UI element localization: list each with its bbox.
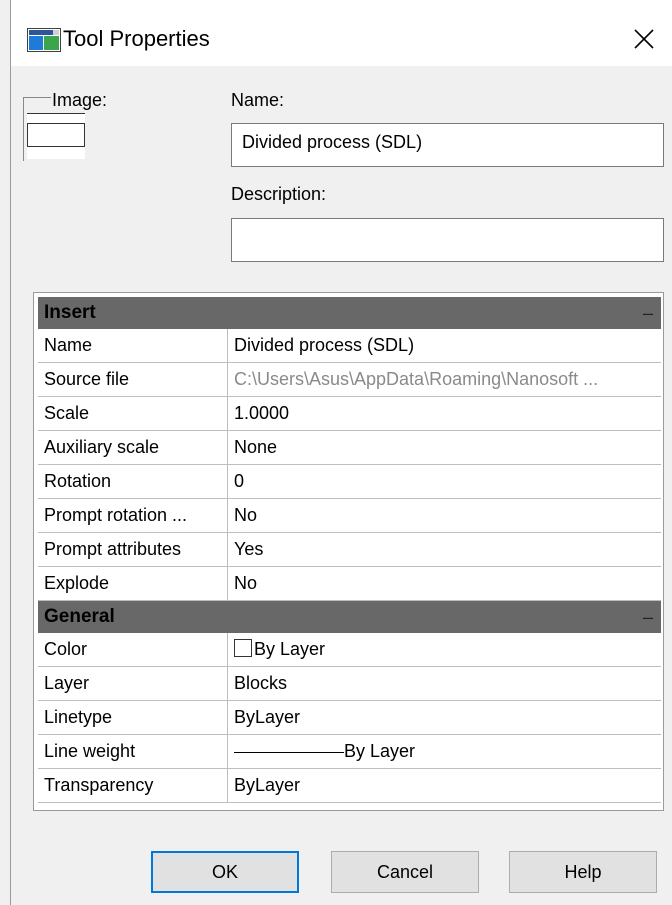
property-value[interactable]: 1.0000 [228, 397, 661, 431]
description-input[interactable] [231, 218, 664, 262]
property-row-color[interactable]: Color By Layer [38, 633, 661, 667]
property-row-scale[interactable]: Scale 1.0000 [38, 397, 661, 431]
line-weight-value-text: By Layer [344, 741, 416, 761]
property-key: Linetype [38, 701, 228, 735]
property-value[interactable]: None [228, 431, 661, 465]
property-row-prompt-attributes[interactable]: Prompt attributes Yes [38, 533, 661, 567]
property-value[interactable]: No [228, 499, 661, 533]
description-label: Description: [231, 184, 327, 204]
property-row-line-weight[interactable]: Line weight By Layer [38, 735, 661, 769]
tool-image-preview[interactable] [27, 113, 85, 159]
cancel-button[interactable]: Cancel [331, 851, 479, 893]
property-value[interactable]: C:\Users\Asus\AppData\Roaming\Nanosoft .… [228, 363, 661, 397]
name-label: Name: [231, 90, 285, 110]
color-value-text: By Layer [254, 639, 326, 659]
category-insert[interactable]: Insert – [38, 297, 661, 329]
close-button[interactable] [616, 14, 672, 64]
title-bar: Tool Properties [11, 0, 672, 66]
collapse-insert-icon[interactable]: – [643, 303, 653, 324]
property-key: Rotation [38, 465, 228, 499]
image-frame-side [23, 97, 24, 161]
property-row-explode[interactable]: Explode No [38, 567, 661, 601]
collapse-general-icon[interactable]: – [643, 607, 653, 628]
property-key: Prompt rotation ... [38, 499, 228, 533]
property-key: Layer [38, 667, 228, 701]
preview-line [27, 113, 85, 114]
close-icon [634, 29, 654, 49]
property-row-source-file[interactable]: Source file C:\Users\Asus\AppData\Roamin… [38, 363, 661, 397]
ok-button[interactable]: OK [151, 851, 299, 893]
property-key: Source file [38, 363, 228, 397]
property-grid: Insert – Name Divided process (SDL) Sour… [33, 292, 664, 811]
name-input[interactable]: Divided process (SDL) [231, 123, 664, 167]
app-icon [27, 28, 61, 52]
preview-shape [27, 123, 85, 147]
property-key: Transparency [38, 769, 228, 803]
category-general[interactable]: General – [38, 601, 661, 633]
property-row-rotation[interactable]: Rotation 0 [38, 465, 661, 499]
property-value[interactable]: No [228, 567, 661, 601]
property-key: Auxiliary scale [38, 431, 228, 465]
property-row-auxiliary-scale[interactable]: Auxiliary scale None [38, 431, 661, 465]
color-swatch-icon [234, 639, 252, 657]
property-row-linetype[interactable]: Linetype ByLayer [38, 701, 661, 735]
line-weight-sample-icon [234, 751, 344, 753]
category-insert-label: Insert [44, 302, 96, 323]
property-value[interactable]: ByLayer [228, 769, 661, 803]
property-row-name[interactable]: Name Divided process (SDL) [38, 329, 661, 363]
property-key: Scale [38, 397, 228, 431]
property-value[interactable]: Divided process (SDL) [228, 329, 661, 363]
window-title: Tool Properties [63, 26, 210, 51]
image-label: Image: [52, 90, 108, 110]
property-key: Color [38, 633, 228, 667]
property-row-layer[interactable]: Layer Blocks [38, 667, 661, 701]
property-value-color[interactable]: By Layer [228, 633, 661, 667]
property-value[interactable]: Yes [228, 533, 661, 567]
property-value[interactable]: 0 [228, 465, 661, 499]
category-general-label: General [44, 606, 115, 627]
property-key: Prompt attributes [38, 533, 228, 567]
tool-properties-dialog: Tool Properties Image: Name: Divided pro… [10, 0, 672, 905]
property-value[interactable]: Blocks [228, 667, 661, 701]
property-key: Explode [38, 567, 228, 601]
help-button[interactable]: Help [509, 851, 657, 893]
property-key: Line weight [38, 735, 228, 769]
property-row-transparency[interactable]: Transparency ByLayer [38, 769, 661, 803]
property-value[interactable]: ByLayer [228, 701, 661, 735]
property-value-line-weight[interactable]: By Layer [228, 735, 661, 769]
image-frame [23, 97, 51, 98]
property-key: Name [38, 329, 228, 363]
property-row-prompt-rotation[interactable]: Prompt rotation ... No [38, 499, 661, 533]
